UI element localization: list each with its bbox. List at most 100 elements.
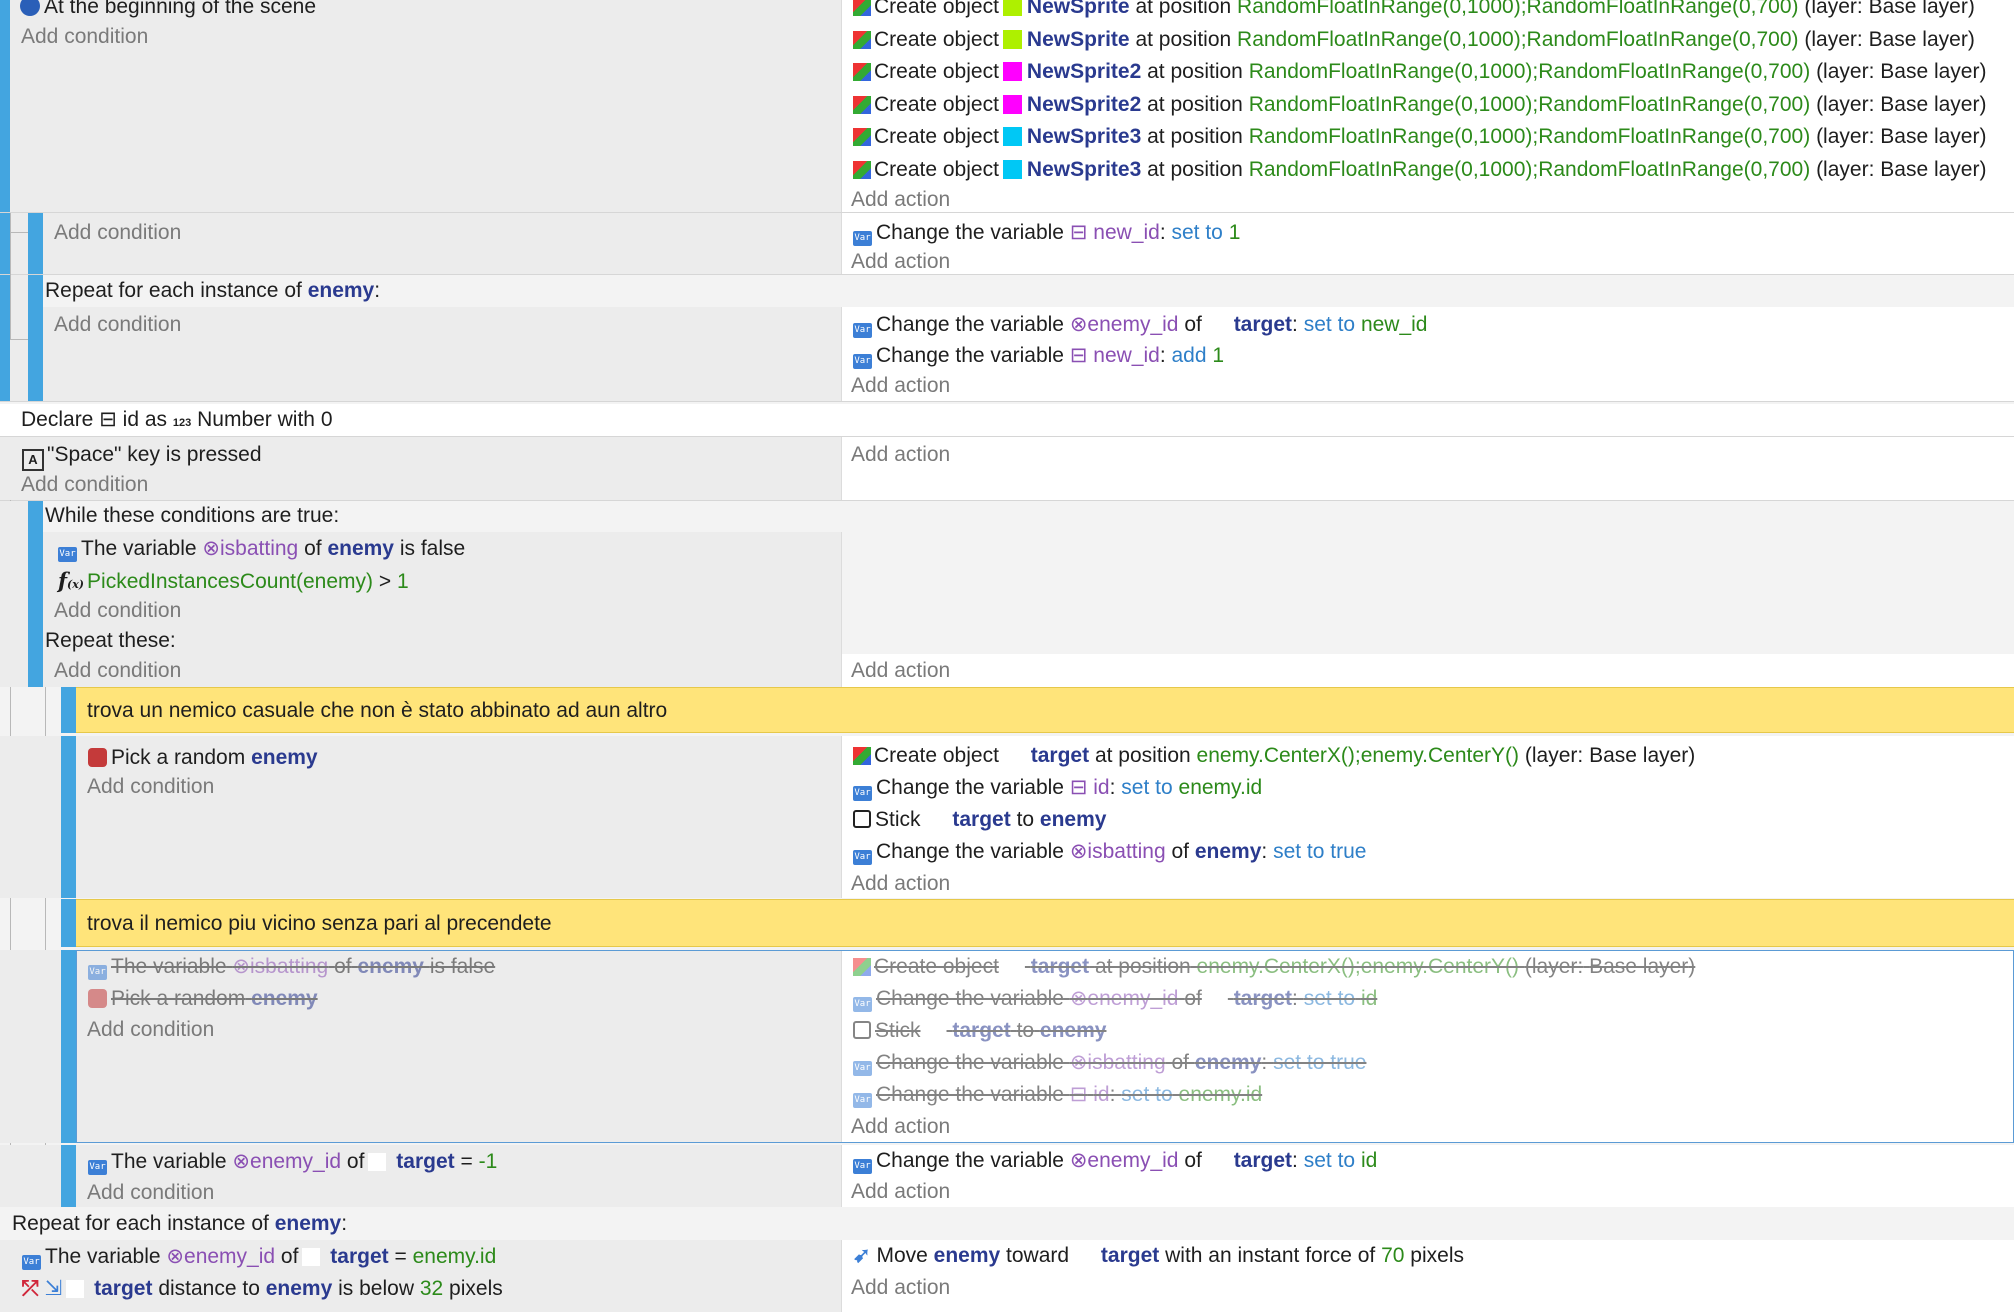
stick-icon — [853, 1021, 871, 1039]
variable-icon: Var — [853, 354, 872, 369]
comment-random-enemy[interactable]: trova un nemico casuale che non è stato … — [76, 687, 2014, 733]
object-variable-icon: ⊗ — [1069, 1051, 1088, 1074]
add-action-link[interactable]: Add action — [851, 371, 950, 401]
add-action-link[interactable]: Add action — [851, 656, 950, 686]
add-condition-link[interactable]: Add condition — [54, 596, 181, 626]
disabled-condition-pick-random[interactable]: Pick a random enemy — [88, 984, 318, 1014]
add-condition-link[interactable]: Add condition — [21, 470, 148, 500]
condition-scene-start[interactable]: At the beginning of the scene — [20, 0, 316, 22]
events-sheet: At the beginning of the scene Add condit… — [0, 0, 2014, 1312]
comment-nearest-enemy[interactable]: trova il nemico piu vicino senza pari al… — [76, 899, 2014, 947]
add-action-link[interactable]: Add action — [851, 440, 950, 470]
local-variable-icon: ⊟ — [1069, 1083, 1088, 1106]
action-set-enemy-id[interactable]: Var Change the variable ⊗enemy_id of targ… — [853, 1146, 1377, 1176]
event-beginning-of-scene[interactable]: At the beginning of the scene Add condit… — [0, 0, 2014, 213]
action-create-object[interactable]: Create object NewSprite2 at position Rand… — [853, 90, 1986, 120]
action-create-object[interactable]: Create object NewSprite2 at position Rand… — [853, 57, 1986, 87]
target-object-icon — [1002, 958, 1021, 976]
add-action-link[interactable]: Add action — [851, 185, 950, 215]
add-condition-link[interactable]: Add condition — [21, 22, 148, 52]
scene-variable-icon: ⊟ — [1069, 344, 1088, 367]
event-while[interactable]: While these conditions are true: Var The … — [0, 501, 2014, 687]
action-change-enemy-id[interactable]: Var Change the variable ⊗enemy_id of targ… — [853, 310, 1428, 340]
sprite-thumbnail-icon — [1002, 62, 1022, 81]
create-object-icon — [853, 30, 871, 49]
disabled-action-stick[interactable]: Stick target to enemy — [853, 1016, 1106, 1046]
add-condition-link[interactable]: Add condition — [87, 772, 214, 802]
add-action-link[interactable]: Add action — [851, 1112, 950, 1142]
action-move-toward[interactable]: ➹ Move enemy toward target with an insta… — [853, 1241, 1464, 1271]
action-create-object[interactable]: Create object NewSprite3 at position Rand… — [853, 155, 1986, 185]
repeat-header[interactable]: Repeat for each instance of enemy: — [12, 1209, 347, 1239]
add-condition-link[interactable]: Add condition — [87, 1178, 214, 1208]
add-condition-link[interactable]: Add condition — [87, 1015, 214, 1045]
variable-name: ⊟ new_id — [1069, 221, 1160, 244]
variable-icon: Var — [853, 1061, 872, 1076]
action-create-object[interactable]: Create object NewSprite at position Rando… — [853, 25, 1975, 55]
action-create-target[interactable]: Create object target at position enemy.C… — [853, 741, 1695, 771]
add-action-link[interactable]: Add action — [851, 1177, 950, 1207]
target-object-icon — [1205, 990, 1224, 1008]
event-repeat-enemy[interactable]: Repeat for each instance of enemy: Add c… — [0, 275, 2014, 401]
event-space-key[interactable]: A "Space" key is pressed Add condition Ad… — [0, 437, 2014, 500]
action-create-object[interactable]: Create object NewSprite at position Rando… — [853, 0, 1975, 22]
scene-variable-icon: ⊟ — [1069, 221, 1088, 244]
variable-icon: Var — [853, 1159, 872, 1174]
action-set-isbatting[interactable]: Var Change the variable ⊗isbatting of ene… — [853, 837, 1366, 867]
condition-distance[interactable]: ⤱ ⇲ target distance to enemy is below 32… — [22, 1274, 503, 1304]
while-condition-isbatting[interactable]: Var The variable ⊗isbatting of enemy is f… — [58, 534, 465, 564]
local-variable-icon: ⊟ — [1069, 776, 1088, 799]
condition-space-key[interactable]: A "Space" key is pressed — [22, 440, 262, 471]
condition-enemy-id-equals[interactable]: Var The variable ⊗enemy_id of target = en… — [22, 1242, 496, 1272]
event-disabled[interactable]: Var The variable ⊗isbatting of enemy is f… — [0, 950, 2014, 1143]
variable-icon: Var — [853, 323, 872, 338]
event-enemy-id-check[interactable]: Var The variable ⊗enemy_id of target = -1… — [0, 1145, 2014, 1207]
variable-icon: Var — [853, 997, 872, 1012]
force-icon: ➹ — [853, 1244, 871, 1267]
event-repeat-move[interactable]: Repeat for each instance of enemy: Var Th… — [0, 1208, 2014, 1312]
sprite-thumbnail-icon — [1002, 159, 1022, 179]
create-object-icon — [853, 160, 871, 179]
action-stick[interactable]: Stick target to enemy — [853, 805, 1106, 835]
target-object-icon — [66, 1280, 85, 1298]
disabled-action-isbatting[interactable]: Var Change the variable ⊗isbatting of ene… — [853, 1048, 1366, 1078]
add-condition-link[interactable]: Add condition — [54, 218, 181, 248]
action-change-id[interactable]: Var Change the variable ⊟ id: set to enem… — [853, 773, 1262, 803]
disabled-condition-isbatting[interactable]: Var The variable ⊗isbatting of enemy is f… — [88, 952, 495, 982]
create-object-icon — [853, 63, 871, 81]
action-change-new-id[interactable]: Var Change the variable ⊟ new_id: set to … — [853, 218, 1240, 248]
add-action-link[interactable]: Add action — [851, 1273, 950, 1303]
condition-pick-random[interactable]: Pick a random enemy — [88, 743, 318, 773]
add-condition-link[interactable]: Add condition — [54, 656, 181, 686]
target-object-icon — [1205, 316, 1224, 334]
add-action-link[interactable]: Add action — [851, 869, 950, 899]
declare-variable-row[interactable]: Declare ⊟ id as 123 Number with 0 — [0, 404, 2014, 436]
disabled-action-create[interactable]: Create object target at position enemy.C… — [853, 952, 1695, 982]
disabled-action-id[interactable]: Var Change the variable ⊟ id: set to enem… — [853, 1080, 1262, 1110]
action-create-object[interactable]: Create object NewSprite3 at position Rand… — [853, 122, 1986, 152]
tree-guide — [10, 339, 28, 340]
create-object-icon — [853, 128, 871, 146]
variable-icon: Var — [853, 786, 872, 801]
while-header[interactable]: While these conditions are true: — [45, 501, 339, 531]
object-variable-icon: ⊗ — [202, 537, 221, 560]
declare-variable[interactable]: Declare ⊟ id as 123 Number with 0 — [21, 405, 333, 435]
action-add-new-id[interactable]: Var Change the variable ⊟ new_id: add 1 — [853, 341, 1224, 371]
target-object-icon — [1002, 747, 1021, 765]
event-set-new-id[interactable]: Add condition Var Change the variable ⊟ n… — [0, 213, 2014, 274]
distance-icon-secondary: ⇲ — [44, 1277, 63, 1300]
variable-icon: Var — [853, 231, 872, 246]
sprite-thumbnail-icon — [1002, 29, 1022, 49]
disabled-action-enemy-id[interactable]: Var Change the variable ⊗enemy_id of targ… — [853, 984, 1377, 1014]
while-condition-picked-count[interactable]: f(x) PickedInstancesCount(enemy) > 1 — [58, 566, 409, 596]
target-object-icon — [368, 1153, 387, 1171]
add-action-link[interactable]: Add action — [851, 247, 950, 277]
target-object-icon — [1205, 1152, 1224, 1170]
pick-object-icon — [88, 989, 107, 1008]
event-pick-random[interactable]: Pick a random enemy Add condition Create… — [0, 736, 2014, 898]
condition-enemy-id-minus-one[interactable]: Var The variable ⊗enemy_id of target = -1 — [88, 1147, 497, 1177]
repeat-header[interactable]: Repeat for each instance of enemy: — [45, 276, 380, 306]
create-object-icon — [853, 0, 871, 16]
stick-icon — [853, 810, 871, 828]
add-condition-link[interactable]: Add condition — [54, 310, 181, 340]
